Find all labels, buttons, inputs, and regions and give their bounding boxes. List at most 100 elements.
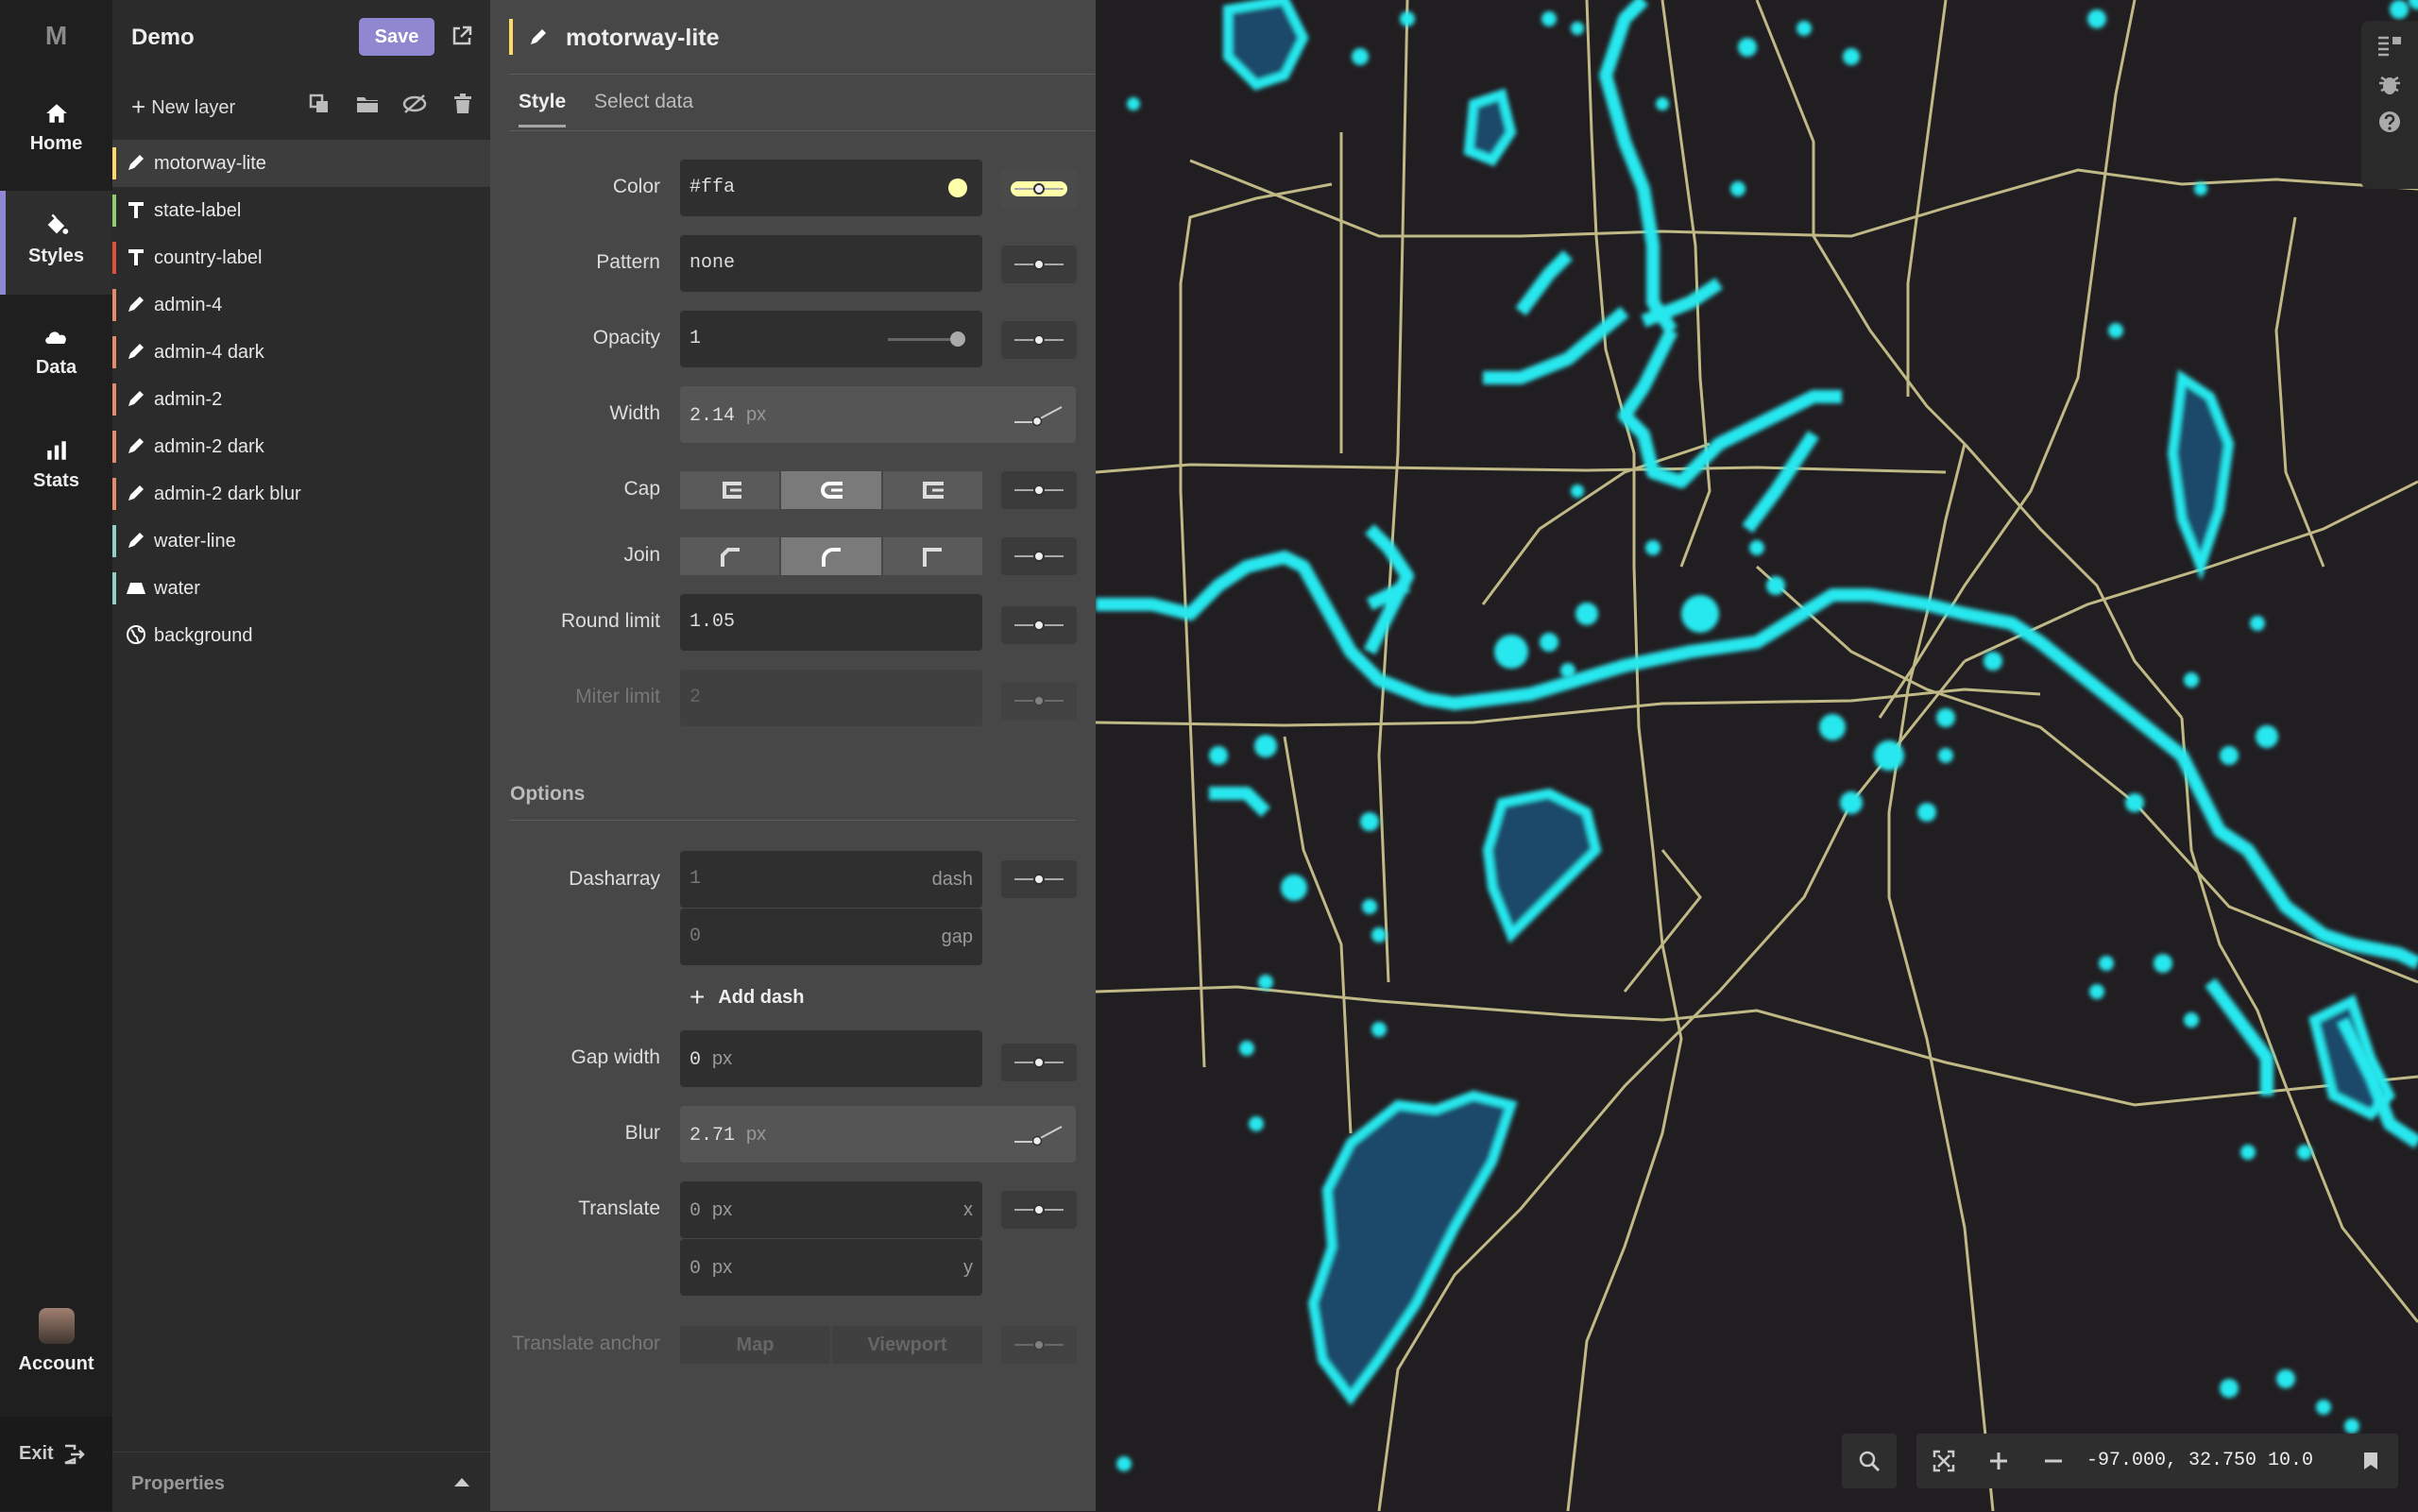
layer-item-water[interactable]: water <box>112 565 490 612</box>
folder-icon[interactable] <box>355 93 380 115</box>
layer-item-admin-2-dark[interactable]: admin-2 dark <box>112 423 490 470</box>
gap-suffix: gap <box>941 926 973 947</box>
cloud-icon <box>44 331 66 344</box>
new-layer-button[interactable]: + New layer <box>131 91 235 121</box>
layer-item-country-label[interactable]: country-label <box>112 234 490 281</box>
width-input[interactable]: 2.14 px <box>680 386 1076 443</box>
translate-function-toggle[interactable] <box>1001 1191 1077 1229</box>
pattern-function-toggle[interactable] <box>1001 246 1077 283</box>
join-function-toggle[interactable] <box>1001 537 1077 575</box>
miter-limit-label: Miter limit <box>575 686 660 707</box>
bookmark-icon[interactable] <box>2360 1451 2381 1471</box>
layer-color-bar <box>112 525 116 557</box>
translate-y-input[interactable]: 0 px y <box>680 1239 982 1296</box>
opacity-input[interactable]: 1 <box>680 311 982 367</box>
cap-square-option[interactable] <box>882 471 982 509</box>
translate-x-input[interactable]: 0 px x <box>680 1181 982 1238</box>
cap-function-toggle[interactable] <box>1001 471 1077 509</box>
layer-color-bar <box>112 383 116 416</box>
layer-item-background[interactable]: background <box>112 612 490 659</box>
layer-color-bar <box>112 572 116 604</box>
layer-name: water <box>154 578 200 599</box>
plus-icon: + <box>690 982 706 1011</box>
fit-bounds-button[interactable] <box>1916 1434 1971 1488</box>
layer-item-admin-2-dark-blur[interactable]: admin-2 dark blur <box>112 470 490 518</box>
miter-limit-function-toggle <box>1001 682 1077 720</box>
hide-icon[interactable] <box>401 93 428 115</box>
tab-select-data[interactable]: Select data <box>594 91 693 125</box>
opacity-slider-handle[interactable] <box>950 331 965 347</box>
pencil-icon <box>128 485 144 501</box>
help-icon[interactable] <box>2377 110 2402 134</box>
bug-icon[interactable] <box>2377 72 2402 96</box>
layer-item-water-line[interactable]: water-line <box>112 518 490 565</box>
trash-icon[interactable] <box>452 93 473 115</box>
dasharray-function-toggle[interactable] <box>1001 860 1077 898</box>
layer-item-admin-2[interactable]: admin-2 <box>112 376 490 423</box>
translate-anchor-label: Translate anchor <box>512 1333 660 1354</box>
opacity-function-toggle[interactable] <box>1001 321 1077 359</box>
caret-up-icon <box>454 1478 469 1487</box>
app-logo[interactable]: M <box>0 21 112 51</box>
add-dash-button[interactable]: + Add dash <box>690 979 804 1011</box>
zoom-out-button[interactable] <box>2026 1434 2081 1488</box>
layer-item-admin-4-dark[interactable]: admin-4 dark <box>112 329 490 376</box>
map-render[interactable] <box>1096 0 2418 1511</box>
properties-toggle[interactable]: Properties <box>112 1452 490 1512</box>
zoom-in-button[interactable] <box>1971 1434 2026 1488</box>
dash-input[interactable]: 1 dash <box>680 851 982 908</box>
toggle-track-active <box>1011 181 1067 196</box>
text-icon <box>128 202 144 218</box>
join-miter-option[interactable] <box>882 537 982 575</box>
layer-item-state-label[interactable]: state-label <box>112 187 490 234</box>
tab-style[interactable]: Style <box>519 91 567 127</box>
external-link-icon[interactable] <box>451 25 473 47</box>
blur-input[interactable]: 2.71 px <box>680 1106 1076 1163</box>
layer-name: motorway-lite <box>154 153 266 174</box>
miter-limit-value: 2 <box>690 687 702 708</box>
fill-shape-icon <box>127 583 145 594</box>
nav-data-label: Data <box>35 357 77 378</box>
cap-butt-option[interactable] <box>680 471 780 509</box>
map-coordinates[interactable]: -97.000, 32.750 10.0 <box>2086 1450 2313 1471</box>
nav-data[interactable]: Data <box>0 304 112 408</box>
pencil-icon <box>128 533 144 548</box>
zoom-function-icon[interactable] <box>1011 401 1067 428</box>
join-round-option[interactable] <box>781 537 881 575</box>
nav-styles[interactable]: Styles <box>0 191 112 295</box>
join-selector[interactable] <box>680 537 982 575</box>
editor-layer-title[interactable]: motorway-lite <box>566 25 720 52</box>
duplicate-icon[interactable] <box>308 93 331 115</box>
nav-account-label: Account <box>18 1353 94 1374</box>
round-limit-function-toggle[interactable] <box>1001 606 1077 644</box>
color-swatch[interactable] <box>948 178 967 197</box>
anchor-viewport-option: Viewport <box>832 1326 982 1364</box>
nav-home[interactable]: Home <box>0 80 112 184</box>
layer-item-motorway-lite[interactable]: motorway-lite <box>112 140 490 187</box>
gap-input[interactable]: 0 gap <box>680 909 982 965</box>
cap-selector[interactable] <box>680 471 982 509</box>
gap-width-input[interactable]: 0 px <box>680 1030 982 1087</box>
layer-name: admin-2 <box>154 389 223 410</box>
map-search-button[interactable] <box>1842 1434 1897 1488</box>
join-bevel-option[interactable] <box>680 537 780 575</box>
layers-list-icon[interactable] <box>2375 34 2404 59</box>
layer-name: water-line <box>154 531 236 552</box>
width-value: 2.14 <box>690 405 736 427</box>
nav-stats[interactable]: Stats <box>0 417 112 521</box>
save-button[interactable]: Save <box>359 18 434 56</box>
zoom-function-icon[interactable] <box>1011 1121 1067 1147</box>
layer-item-admin-4[interactable]: admin-4 <box>112 281 490 329</box>
map-canvas[interactable] <box>1096 0 2418 1511</box>
exit-button[interactable]: Exit <box>0 1417 112 1511</box>
blur-label: Blur <box>624 1122 660 1144</box>
gap-width-function-toggle[interactable] <box>1001 1044 1077 1081</box>
color-function-toggle[interactable] <box>1001 170 1077 208</box>
round-limit-input[interactable]: 1.05 <box>680 594 982 651</box>
color-input[interactable]: #ffa <box>680 160 982 216</box>
pattern-input[interactable]: none <box>680 235 982 292</box>
cap-round-option[interactable] <box>781 471 881 509</box>
project-title[interactable]: Demo <box>131 25 195 51</box>
translate-anchor-function-toggle <box>1001 1326 1077 1364</box>
nav-account[interactable]: Account <box>0 1308 112 1375</box>
